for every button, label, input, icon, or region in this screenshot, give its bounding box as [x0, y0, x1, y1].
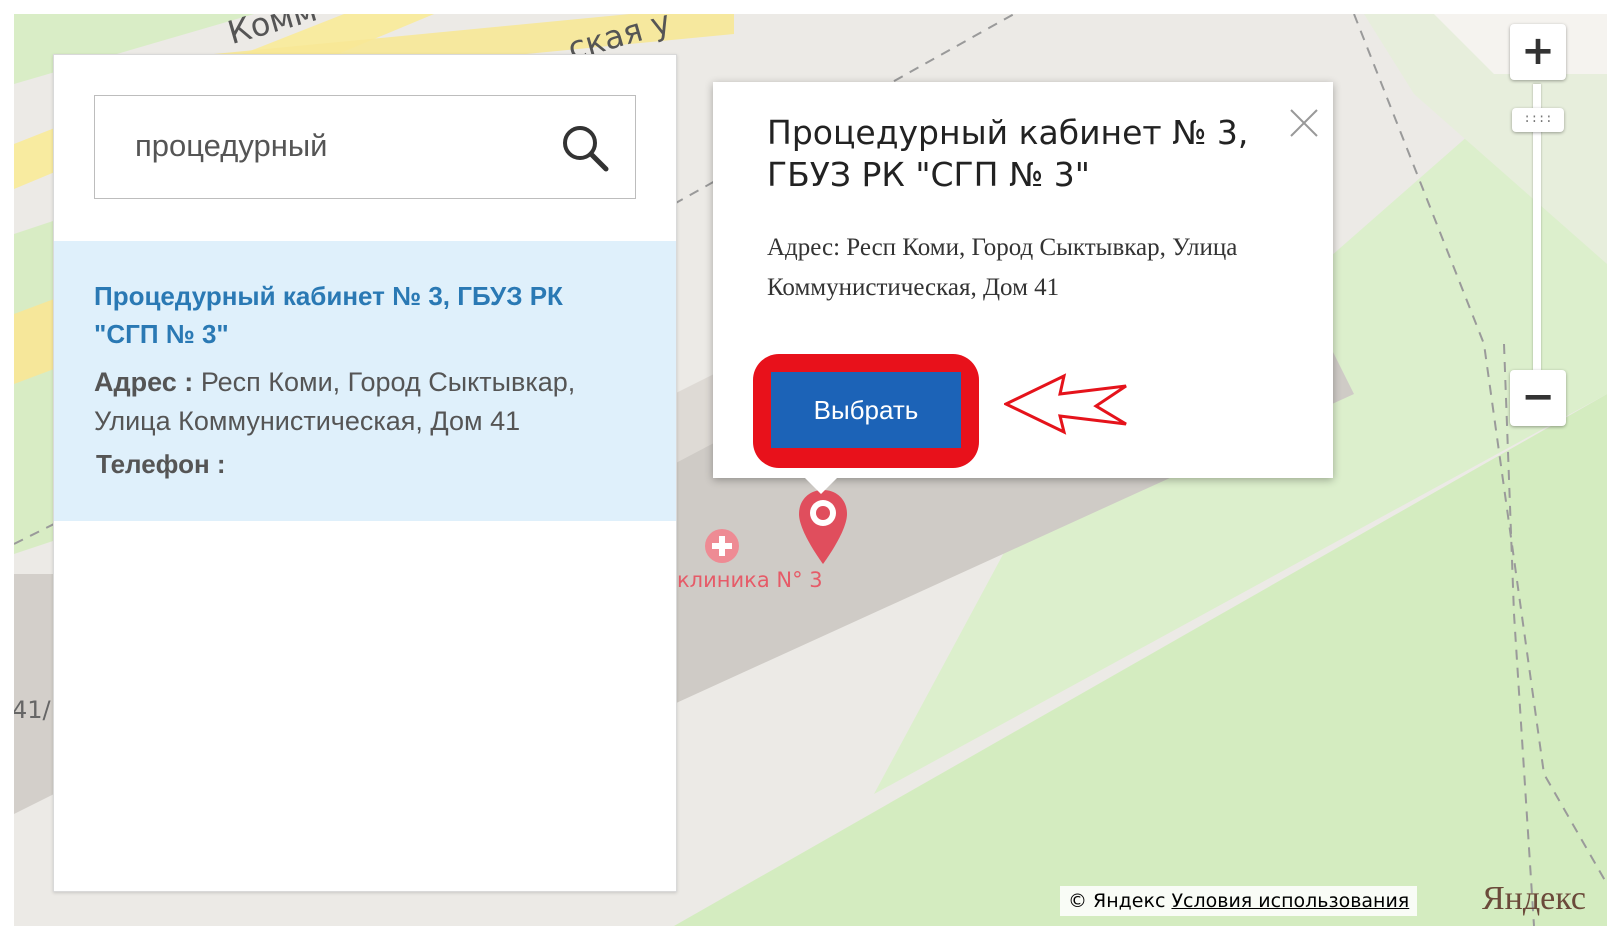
- result-title[interactable]: Процедурный кабинет № 3, ГБУЗ РК "СГП № …: [94, 277, 634, 353]
- poi-label: клиника N° 3: [677, 568, 823, 592]
- balloon-address: Адрес: Респ Коми, Город Сыктывкар, Улица…: [767, 234, 1238, 301]
- search-input[interactable]: [135, 126, 535, 166]
- search-icon[interactable]: [559, 122, 611, 174]
- terms-link[interactable]: Условия использования: [1171, 890, 1409, 912]
- close-icon[interactable]: [1289, 108, 1319, 138]
- select-button[interactable]: Выбрать: [771, 372, 961, 448]
- hospital-icon[interactable]: [704, 528, 740, 564]
- copyright-text: © Яндекс: [1068, 890, 1166, 912]
- annotation-arrow-icon: [1004, 373, 1127, 435]
- search-panel: Процедурный кабинет № 3, ГБУЗ РК "СГП № …: [53, 54, 677, 892]
- yandex-logo[interactable]: Яндекс: [1482, 880, 1607, 918]
- map-copyright: © Яндекс Условия использования: [1060, 886, 1418, 916]
- result-address: Адрес : Респ Коми, Город Сыктывкар, Улиц…: [94, 363, 654, 441]
- zoom-in-button[interactable]: +: [1510, 24, 1566, 80]
- zoom-slider-handle[interactable]: ::::: [1512, 108, 1564, 132]
- address-label: Адрес :: [94, 367, 194, 397]
- zoom-out-button[interactable]: −: [1510, 370, 1566, 426]
- balloon-tail: [803, 476, 839, 494]
- search-box: [94, 95, 636, 199]
- map-marker-icon[interactable]: [796, 488, 850, 566]
- phone-label: Телефон :: [96, 449, 226, 479]
- list-item[interactable]: Процедурный кабинет № 3, ГБУЗ РК "СГП № …: [54, 241, 676, 521]
- balloon-title: Процедурный кабинет № 3, ГБУЗ РК "СГП № …: [767, 113, 1249, 194]
